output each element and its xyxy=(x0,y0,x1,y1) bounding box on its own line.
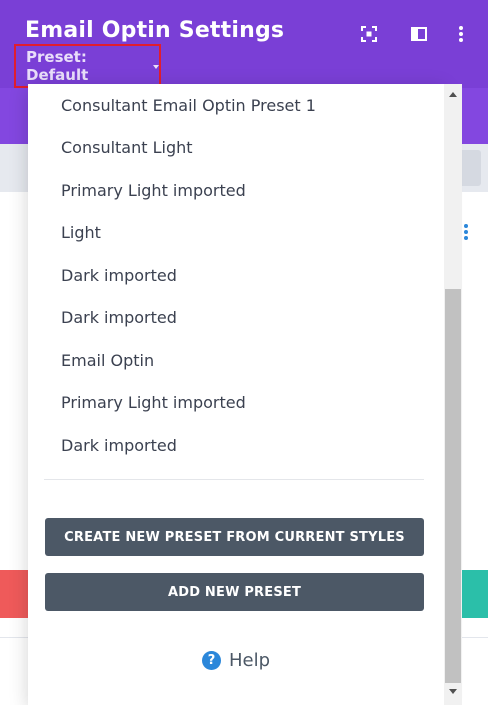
preset-selector-label: Preset: Default xyxy=(26,48,89,84)
caret-down-icon xyxy=(153,65,159,69)
more-icon[interactable] xyxy=(451,24,471,44)
expand-icon[interactable] xyxy=(359,24,379,44)
preset-item[interactable]: Primary Light imported xyxy=(28,382,444,425)
more-options-icon[interactable] xyxy=(464,224,468,242)
sidebar-icon[interactable] xyxy=(409,24,429,44)
dropdown-divider xyxy=(44,479,424,480)
help-icon: ? xyxy=(201,651,221,670)
preset-item[interactable]: Consultant Light xyxy=(28,127,444,170)
preset-item[interactable]: Dark imported xyxy=(28,297,444,340)
modal-header: Email Optin Settings Preset: Default xyxy=(0,0,488,88)
preset-item[interactable]: Light xyxy=(28,212,444,255)
tab-sliver xyxy=(0,108,28,140)
add-new-preset-button[interactable]: ADD NEW PRESET xyxy=(45,573,424,611)
preset-item[interactable]: Dark imported xyxy=(28,424,444,467)
modal-title: Email Optin Settings xyxy=(25,18,285,43)
preset-selector[interactable]: Preset: Default xyxy=(14,44,161,88)
help-label: Help xyxy=(228,650,271,671)
help-link[interactable]: ? Help xyxy=(28,650,444,671)
preset-list: Consultant Email Optin Preset 1 Consultan… xyxy=(28,84,444,467)
preset-item[interactable]: Consultant Email Optin Preset 1 xyxy=(28,84,444,127)
scroll-down-icon[interactable] xyxy=(449,689,457,694)
preset-item[interactable]: Email Optin xyxy=(28,339,444,382)
scroll-up-icon[interactable] xyxy=(449,92,457,97)
dropdown-scrollbar[interactable] xyxy=(444,84,462,705)
discard-button-edge[interactable] xyxy=(0,570,28,618)
preset-dropdown: Consultant Email Optin Preset 1 Consultan… xyxy=(28,84,444,705)
preset-item[interactable]: Dark imported xyxy=(28,254,444,297)
create-preset-from-styles-button[interactable]: CREATE NEW PRESET FROM CURRENT STYLES xyxy=(45,518,424,556)
save-button-edge[interactable] xyxy=(460,570,488,618)
scroll-thumb[interactable] xyxy=(445,289,461,683)
preset-item[interactable]: Primary Light imported xyxy=(28,169,444,212)
